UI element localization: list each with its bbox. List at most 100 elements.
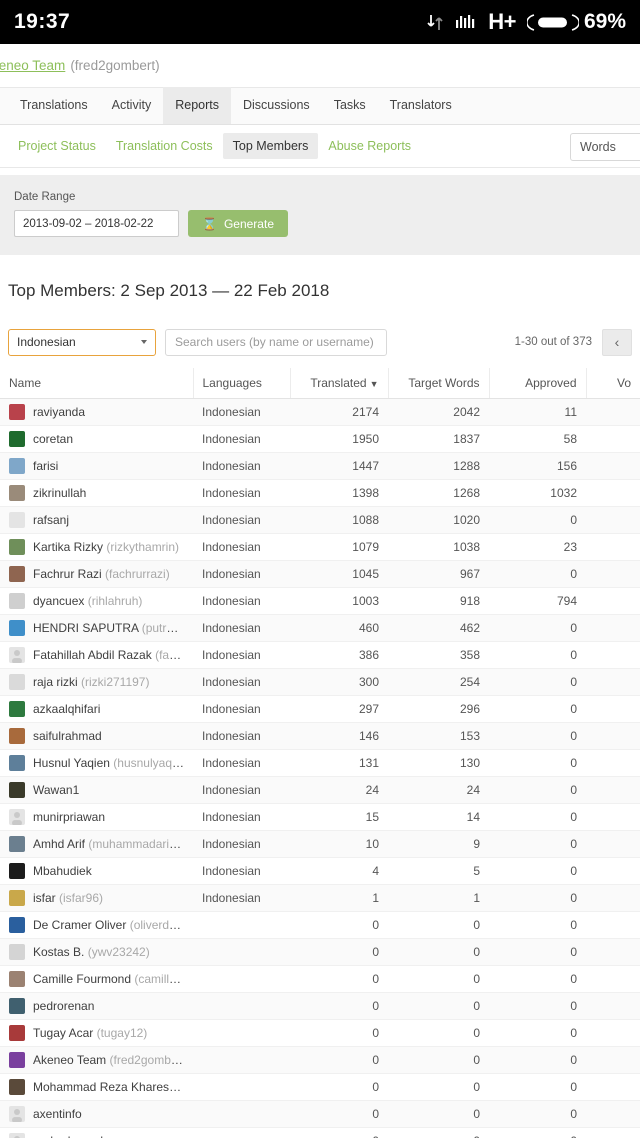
member-name[interactable]: zikrinullah [33, 486, 86, 500]
sort-desc-icon: ▼ [369, 379, 379, 389]
table-row[interactable]: farisi Indonesian 1447 1288 156 [0, 452, 640, 480]
member-name[interactable]: Mohammad Reza Kharestani (Kh… [33, 1080, 184, 1094]
member-name[interactable]: munirpriawan [33, 810, 105, 824]
subtab-abuse-reports[interactable]: Abuse Reports [318, 133, 421, 159]
table-row[interactable]: munirpriawan Indonesian 15 14 0 [0, 803, 640, 831]
table-row[interactable]: azkaalqhifari Indonesian 297 296 0 [0, 695, 640, 723]
member-name[interactable]: Mbahudiek [33, 864, 92, 878]
member-name[interactable]: Fatahillah Abdil Razak (fatahillaha… [33, 648, 184, 662]
member-name[interactable]: rafsanj [33, 513, 69, 527]
language-select[interactable]: Indonesian [8, 328, 156, 356]
table-row[interactable]: raviyanda Indonesian 2174 2042 11 [0, 398, 640, 426]
tab-discussions[interactable]: Discussions [231, 87, 322, 124]
cell-language: Indonesian [193, 857, 290, 885]
table-row[interactable]: Camille Fourmond (camillefourm…000 [0, 965, 640, 993]
table-row[interactable]: rafsanj Indonesian 1088 1020 0 [0, 506, 640, 534]
table-row[interactable]: Kartika Rizky (rizkythamrin) Indonesian 10… [0, 533, 640, 561]
member-name[interactable]: isfar (isfar96) [33, 891, 103, 905]
table-row[interactable]: Fachrur Razi (fachrurrazi) Indonesian 1045… [0, 560, 640, 588]
table-row[interactable]: zikrinullah Indonesian 1398 1268 1032 [0, 479, 640, 507]
member-name[interactable]: coretan [33, 432, 73, 446]
table-row[interactable]: dyancuex (rihlahruh) Indonesian 1003 918 794 [0, 587, 640, 615]
date-range-input[interactable]: 2013-09-02 – 2018-02-22 [14, 210, 179, 237]
member-name[interactable]: dyancuex (rihlahruh) [33, 594, 142, 608]
column-header-name[interactable]: Name [0, 368, 193, 399]
member-name[interactable]: farisi [33, 459, 58, 473]
table-row[interactable]: Kostas B. (ywv23242) 0 0 0 [0, 938, 640, 966]
table-row[interactable]: De Cramer Oliver (oliverde8) 0 0 0 [0, 911, 640, 939]
member-name[interactable]: De Cramer Oliver (oliverde8) [33, 918, 184, 932]
member-name[interactable]: Camille Fourmond (camillefourm… [33, 972, 184, 986]
subtab-project-status[interactable]: Project Status [8, 133, 106, 159]
subtab-translation-costs[interactable]: Translation Costs [106, 133, 223, 159]
member-name[interactable]: Husnul Yaqien (husnulyaqien) [33, 756, 184, 770]
generate-button[interactable]: ⌛ Generate [188, 210, 288, 237]
name-wrapper: Mbahudiek [9, 863, 184, 879]
table-row[interactable]: HENDRI SAPUTRA (putrapeudada…Indonesian4… [0, 614, 640, 642]
cell-votes [586, 1019, 640, 1047]
member-name[interactable]: andradevander [33, 1134, 114, 1138]
table-row[interactable]: Mohammad Reza Kharestani (Kh…000 [0, 1073, 640, 1101]
cell-translated: 0 [290, 965, 388, 993]
table-row[interactable]: Mbahudiek Indonesian 4 5 0 [0, 857, 640, 885]
table-row[interactable]: axentinfo 0 0 0 [0, 1100, 640, 1128]
table-row[interactable]: Fatahillah Abdil Razak (fatahillaha… Indo… [0, 641, 640, 669]
team-link[interactable]: keneo Team [0, 58, 65, 73]
cell-language: Indonesian [193, 452, 290, 480]
cell-name: axentinfo [0, 1100, 193, 1128]
pagination-prev-button[interactable]: ‹ [602, 328, 632, 356]
member-username: (fred2gombert) [106, 1053, 185, 1067]
column-header-votes[interactable]: Vo [585, 368, 640, 399]
member-name[interactable]: Amhd Arif (muhammadarif123) [33, 837, 184, 851]
tab-activity[interactable]: Activity [100, 87, 164, 124]
subtab-top-members[interactable]: Top Members [222, 133, 319, 159]
cell-approved: 0 [489, 965, 586, 993]
cell-language: Indonesian [193, 776, 290, 804]
avatar [9, 539, 25, 555]
table-row[interactable]: Wawan1 Indonesian 24 24 0 [0, 776, 640, 804]
cell-target-words: 918 [388, 587, 489, 615]
member-name[interactable]: Wawan1 [33, 783, 79, 797]
table-row[interactable]: isfar (isfar96) Indonesian 1 1 0 [0, 884, 640, 912]
table-row[interactable]: raja rizki (rizki271197) Indonesian 300 254… [0, 668, 640, 696]
cell-language: Indonesian [193, 884, 290, 912]
member-name[interactable]: saifulrahmad [33, 729, 102, 743]
table-row[interactable]: coretan Indonesian 1950 1837 58 [0, 425, 640, 453]
table-row[interactable]: andradevander000 [0, 1127, 640, 1138]
table-row[interactable]: Amhd Arif (muhammadarif123) Indonesian109… [0, 830, 640, 858]
member-name[interactable]: Kartika Rizky (rizkythamrin) [33, 540, 179, 554]
member-name[interactable]: azkaalqhifari [33, 702, 100, 716]
cell-target-words: 2042 [388, 398, 489, 426]
cell-target-words: 1020 [388, 506, 489, 534]
member-name[interactable]: raja rizki (rizki271197) [33, 675, 149, 689]
member-name[interactable]: HENDRI SAPUTRA (putrapeudada… [33, 621, 184, 635]
member-name[interactable]: Tugay Acar (tugay12) [33, 1026, 147, 1040]
tab-tasks[interactable]: Tasks [322, 87, 378, 124]
member-name[interactable]: Kostas B. (ywv23242) [33, 945, 150, 959]
member-name[interactable]: pedrorenan [33, 999, 94, 1013]
search-input[interactable]: Search users (by name or username) [165, 328, 387, 356]
tab-reports[interactable]: Reports [163, 87, 231, 124]
hourglass-icon: ⌛ [202, 216, 217, 231]
tab-translators[interactable]: Translators [378, 87, 464, 124]
table-row[interactable]: Akeneo Team (fred2gombert) 0 0 0 [0, 1046, 640, 1074]
column-header-languages[interactable]: Languages [192, 368, 290, 399]
cell-votes [586, 884, 640, 912]
member-name[interactable]: Akeneo Team (fred2gombert) [33, 1053, 184, 1067]
units-select[interactable]: Words [570, 133, 640, 161]
table-row[interactable]: Husnul Yaqien (husnulyaqien) Indonesian 13… [0, 749, 640, 777]
table-row[interactable]: saifulrahmad Indonesian 146 153 0 [0, 722, 640, 750]
member-name[interactable]: axentinfo [33, 1107, 82, 1121]
column-header-translated[interactable]: Translated ▼ [289, 368, 388, 399]
table-row[interactable]: Tugay Acar (tugay12) 0 0 0 [0, 1019, 640, 1047]
tab-translations[interactable]: Translations [8, 87, 100, 124]
table-row[interactable]: pedrorenan 0 0 0 [0, 992, 640, 1020]
column-header-target-words[interactable]: Target Words [387, 368, 489, 399]
cell-name: Tugay Acar (tugay12) [0, 1019, 193, 1047]
member-name[interactable]: raviyanda [33, 405, 85, 419]
member-name[interactable]: Fachrur Razi (fachrurrazi) [33, 567, 170, 581]
column-header-approved[interactable]: Approved [488, 368, 586, 399]
cell-name: Akeneo Team (fred2gombert) [0, 1046, 193, 1074]
avatar [9, 674, 25, 690]
cell-votes [586, 830, 640, 858]
